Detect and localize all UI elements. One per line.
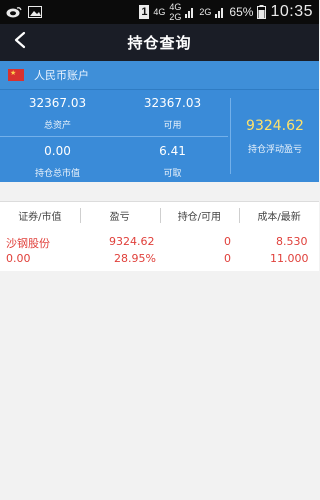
latest-price: 11.000 [270,252,309,265]
account-summary: 32367.03 总资产 32367.03 可用 0.00 持仓总市值 6.41… [0,90,319,182]
table-row[interactable]: 沙钢股份 0.00 9324.62 28.95% 0 0 8.530 11.00… [0,229,319,271]
battery-icon [257,5,267,19]
summary-divider-h [0,136,228,137]
status-left [0,6,42,18]
cost-price: 8.530 [276,235,308,248]
status-right: 1 4G 4G 2G 2G 65% 10:35 [139,1,319,22]
battery-percent: 65% [229,5,254,19]
withdrawable: 6.41 可取 [115,144,230,179]
pl-value: 9324.62 [109,235,155,248]
position-qty: 0 [224,235,231,248]
pl-percent: 28.95% [114,252,156,265]
network-4g-top: 4G [169,1,182,12]
network-2g-label: 2G [199,6,212,17]
total-assets-label: 总资产 [43,121,71,131]
cn-flag-icon: ★ [8,69,24,81]
floating-pl-label: 持仓浮动盈亏 [247,145,302,155]
column-header-position[interactable]: 持仓/可用 [159,202,240,229]
available-qty: 0 [224,252,231,265]
positions-table-header: 证券/市值 盈亏 持仓/可用 成本/最新 [0,201,319,230]
floating-pl-value: 9324.62 [246,118,304,134]
empty-area [0,271,319,500]
total-assets-value: 32367.03 [28,96,87,110]
weibo-icon [6,6,22,18]
floating-pl: 9324.62 持仓浮动盈亏 [231,118,319,155]
title-bar: 持仓查询 [0,24,319,61]
gallery-icon [28,6,42,18]
available: 32367.03 可用 [115,96,230,131]
market-value: 0.00 持仓总市值 [0,144,115,179]
signal-2-icon [215,6,225,18]
network-2g-bottom: 2G [169,11,182,22]
column-header-security[interactable]: 证券/市值 [0,202,80,229]
account-bar: ★ 人民币账户 [0,61,319,90]
withdrawable-value: 6.41 [159,144,186,158]
column-header-pl[interactable]: 盈亏 [79,202,160,229]
available-value: 32367.03 [143,96,202,110]
sim-badge: 1 [139,5,150,19]
available-label: 可用 [163,121,182,131]
security-market-value: 0.00 [6,252,31,265]
market-value-value: 0.00 [44,144,71,158]
total-assets: 32367.03 总资产 [0,96,115,131]
network-dual-label: 4G 2G [169,1,182,22]
signal-icon [185,6,195,18]
clock: 10:35 [270,3,313,20]
status-bar: 1 4G 4G 2G 2G 65% 10:35 [0,0,319,24]
network-4g-label: 4G [153,6,166,17]
account-name: 人民币账户 [34,69,89,82]
back-button[interactable] [10,31,30,53]
market-value-label: 持仓总市值 [34,169,80,179]
security-name: 沙钢股份 [6,237,50,250]
page-title: 持仓查询 [127,34,192,52]
withdrawable-label: 可取 [163,169,182,179]
chevron-left-icon [13,31,27,53]
column-header-cost[interactable]: 成本/最新 [239,202,319,229]
positions-table-body: 沙钢股份 0.00 9324.62 28.95% 0 0 8.530 11.00… [0,229,319,271]
